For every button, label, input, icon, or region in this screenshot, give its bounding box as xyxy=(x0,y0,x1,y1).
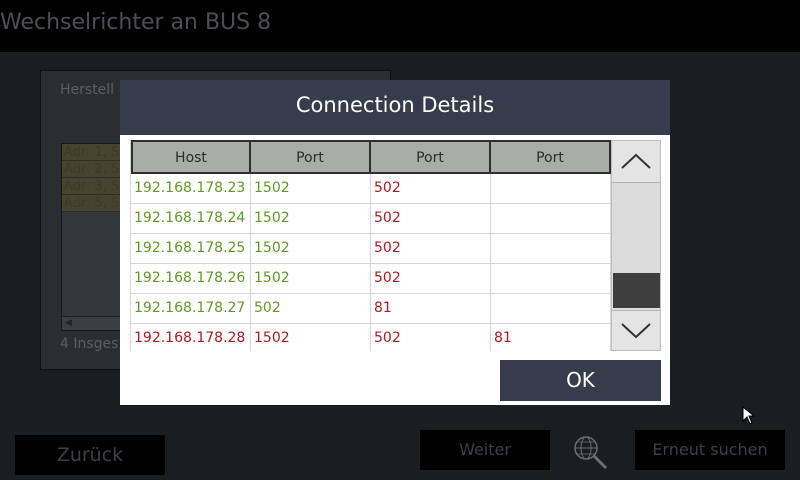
port-cell: 502 xyxy=(251,294,371,323)
port-cell: 1502 xyxy=(251,174,371,203)
table-row[interactable]: 192.168.178.28 1502 502 81 xyxy=(131,324,611,351)
search-again-button[interactable]: Erneut suchen xyxy=(635,430,785,470)
chevron-up-icon xyxy=(621,153,651,169)
table-body: 192.168.178.23 1502 502 192.168.178.24 1502 5… xyxy=(131,174,611,351)
port-cell: 1502 xyxy=(251,264,371,293)
host-cell: 192.168.178.27 xyxy=(131,294,251,323)
host-cell: 192.168.178.24 xyxy=(131,204,251,233)
port-cell xyxy=(491,174,611,203)
column-header-host[interactable]: Host xyxy=(131,140,251,174)
table-header: Host Port Port Port xyxy=(131,140,611,174)
scrollbar-thumb[interactable] xyxy=(613,273,660,308)
dialog-header: Connection Details xyxy=(120,80,670,135)
port-cell: 502 xyxy=(371,204,491,233)
scroll-down-button[interactable] xyxy=(612,310,660,350)
back-button[interactable]: Zurück xyxy=(15,435,165,475)
port-cell xyxy=(491,264,611,293)
host-cell: 192.168.178.23 xyxy=(131,174,251,203)
network-search-icon[interactable] xyxy=(570,432,610,472)
dialog-header-divider xyxy=(120,130,670,135)
table-row[interactable]: 192.168.178.27 502 81 xyxy=(131,294,611,324)
table-row[interactable]: 192.168.178.25 1502 502 xyxy=(131,234,611,264)
host-cell: 192.168.178.25 xyxy=(131,234,251,263)
port-cell: 502 xyxy=(371,234,491,263)
column-header-port-1[interactable]: Port xyxy=(251,140,371,174)
port-cell: 81 xyxy=(491,324,611,351)
port-cell: 81 xyxy=(371,294,491,323)
column-header-port-2[interactable]: Port xyxy=(371,140,491,174)
port-cell: 502 xyxy=(371,174,491,203)
connection-details-dialog: Connection Details Host Port Port Port 1… xyxy=(120,80,670,405)
port-cell: 1502 xyxy=(251,204,371,233)
ok-button[interactable]: OK xyxy=(500,360,661,401)
mouse-cursor-icon xyxy=(742,405,758,426)
port-cell: 1502 xyxy=(251,324,371,351)
scroll-up-button[interactable] xyxy=(612,141,660,183)
port-cell: 502 xyxy=(371,324,491,351)
title-bar: Wechselrichter an BUS 8 xyxy=(0,0,800,52)
dialog-title: Connection Details xyxy=(295,93,495,117)
total-count: 4 Insges xyxy=(60,336,119,352)
table-row[interactable]: 192.168.178.23 1502 502 xyxy=(131,174,611,204)
table-row[interactable]: 192.168.178.26 1502 502 xyxy=(131,264,611,294)
chevron-down-icon xyxy=(621,323,651,339)
port-cell: 502 xyxy=(371,264,491,293)
column-header-port-3[interactable]: Port xyxy=(491,140,611,174)
table-row[interactable]: 192.168.178.24 1502 502 xyxy=(131,204,611,234)
port-cell: 1502 xyxy=(251,234,371,263)
page-title: Wechselrichter an BUS 8 xyxy=(0,10,272,35)
port-cell xyxy=(491,204,611,233)
port-cell xyxy=(491,294,611,323)
connection-table: Host Port Port Port 192.168.178.23 1502 50… xyxy=(130,140,611,351)
host-cell: 192.168.178.28 xyxy=(131,324,251,351)
vertical-scrollbar[interactable] xyxy=(611,140,661,351)
manufacturer-label: Herstell xyxy=(60,82,115,98)
host-cell: 192.168.178.26 xyxy=(131,264,251,293)
port-cell xyxy=(491,234,611,263)
next-button[interactable]: Weiter xyxy=(420,430,550,470)
scroll-left-icon[interactable]: ◀ xyxy=(65,317,72,330)
